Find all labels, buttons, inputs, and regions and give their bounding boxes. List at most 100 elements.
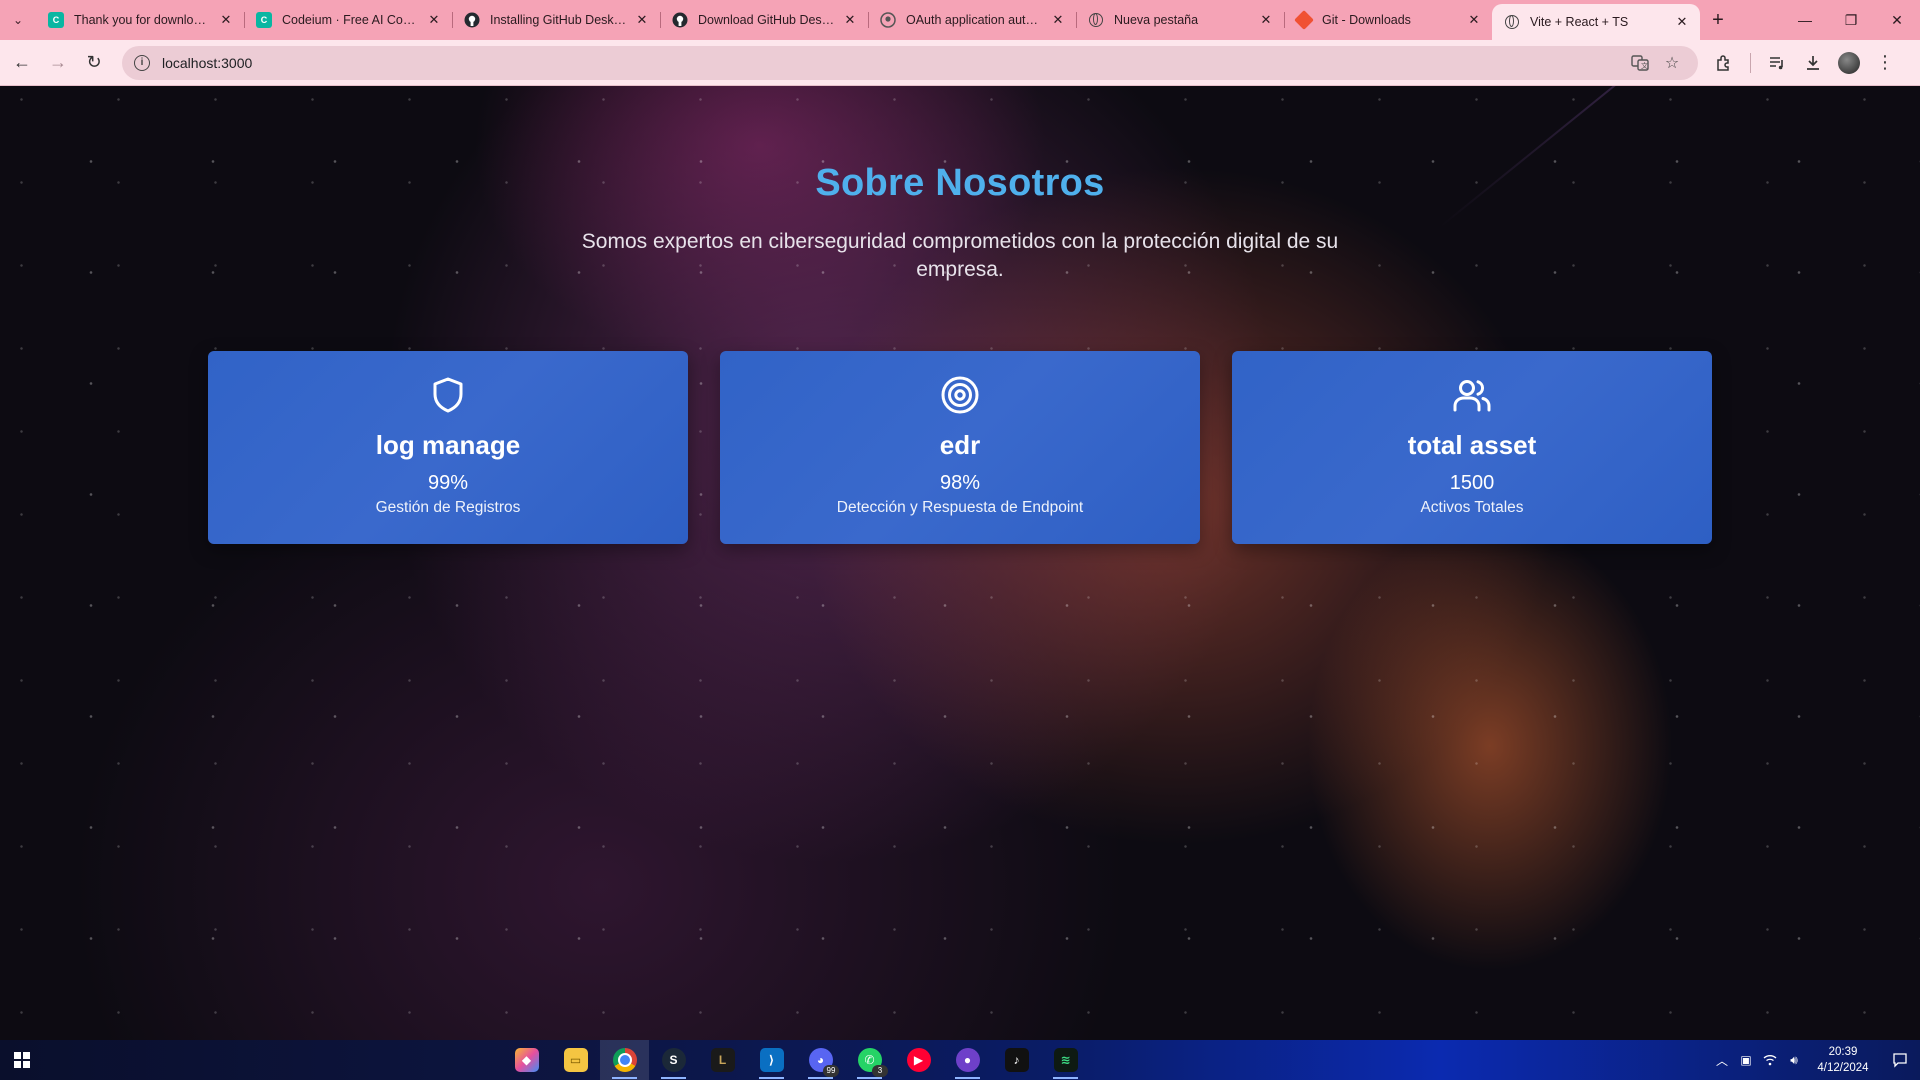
reload-button[interactable]: ↻ (76, 45, 112, 81)
tab-git-downloads[interactable]: Git - Downloads ✕ (1284, 0, 1492, 40)
card-description: Detección y Respuesta de Endpoint (836, 499, 1084, 516)
github-icon (672, 12, 688, 28)
card-title: log manage (375, 430, 521, 460)
tab-codeium[interactable]: C Codeium · Free AI Code Completion ✕ (244, 0, 452, 40)
forward-button[interactable]: → (40, 45, 76, 81)
github-icon (464, 12, 480, 28)
page-title: Sobre Nosotros (815, 162, 1105, 204)
tab-thank-you[interactable]: C Thank you for downloading ✕ (36, 0, 244, 40)
system-tray: ︿ ▣ 🔊︎ 20:39 4/12/2024 (1710, 1040, 1920, 1080)
github-desktop-icon[interactable]: ● (943, 1040, 992, 1080)
stat-card-log-manage: log manage 99% Gestión de Registros (208, 351, 688, 544)
windows-logo-icon (14, 1052, 30, 1068)
copilot-icon[interactable]: ◆ (502, 1040, 551, 1080)
whatsapp-icon[interactable]: ✆ 3 (845, 1040, 894, 1080)
tab-nueva-pestana[interactable]: Nueva pestaña ✕ (1076, 0, 1284, 40)
toolbar-divider (1750, 52, 1751, 73)
stat-card-edr: edr 98% Detección y Respuesta de Endpoin… (720, 351, 1200, 544)
extensions-icon[interactable] (1706, 45, 1742, 81)
clock-date: 4/12/2024 (1817, 1062, 1869, 1074)
page-viewport: Sobre Nosotros Somos expertos en ciberse… (0, 86, 1920, 1040)
browser-tab-strip: ⌄ C Thank you for downloading ✕ C Codeiu… (0, 0, 1920, 40)
notification-icon[interactable] (1880, 1040, 1920, 1080)
github-icon (880, 12, 896, 28)
page-subtitle: Somos expertos en ciberseguridad comprom… (581, 230, 1339, 281)
translate-icon[interactable]: 文 (1624, 49, 1656, 77)
close-icon[interactable]: ✕ (1466, 12, 1482, 28)
tab-title: OAuth application authorized (906, 13, 1044, 27)
discord-badge: 99 (823, 1065, 839, 1077)
tab-title: Nueva pestaña (1114, 13, 1199, 27)
browser-toolbar: ← → ↻ i localhost:3000 文 ☆ ⋮ (0, 40, 1920, 86)
stat-card-total-asset: total asset 1500 Activos Totales (1232, 351, 1712, 544)
chrome-globe-icon (1088, 12, 1104, 28)
windows-taskbar: ◆ ▭ S L ⟩ ◕ 99 ✆ 3 ▶ ● ♪ ≋ ︿ ▣ 🔊︎ 20:39 … (0, 1040, 1920, 1080)
close-icon[interactable]: ✕ (842, 12, 858, 28)
tab-vite-react-ts[interactable]: Vite + React + TS ✕ (1492, 4, 1700, 40)
tab-title: Installing GitHub Desktop (490, 13, 628, 27)
chevron-up-icon[interactable]: ︿ (1710, 1040, 1734, 1080)
address-bar[interactable]: i localhost:3000 文 ☆ (122, 45, 1698, 80)
shield-icon (428, 375, 468, 415)
taskbar-apps: ◆ ▭ S L ⟩ ◕ 99 ✆ 3 ▶ ● ♪ ≋ (502, 1040, 1090, 1080)
tab-title: Codeium · Free AI Code Completion (282, 13, 420, 27)
meet-now-icon[interactable]: ▣ (1734, 1040, 1758, 1080)
menu-icon[interactable]: ⋮ (1867, 45, 1903, 81)
card-value: 1500 (1449, 472, 1495, 494)
codeium-icon: C (256, 12, 272, 28)
svg-text:文: 文 (1641, 61, 1648, 70)
whatsapp-badge: 3 (872, 1065, 888, 1077)
site-info-icon[interactable]: i (134, 54, 150, 71)
start-button[interactable] (0, 1040, 44, 1080)
git-icon (1294, 10, 1314, 30)
close-window-button[interactable]: ✕ (1874, 0, 1920, 40)
tiktok-icon[interactable]: ♪ (992, 1040, 1041, 1080)
tab-title: Git - Downloads (1322, 13, 1411, 27)
league-icon[interactable]: L (698, 1040, 747, 1080)
window-controls: — ❐ ✕ (1782, 0, 1920, 40)
new-tab-button[interactable]: + (1700, 0, 1736, 40)
volume-icon[interactable]: 🔊︎ (1782, 1040, 1806, 1080)
restore-button[interactable]: ❐ (1828, 0, 1874, 40)
users-icon (1452, 375, 1492, 415)
card-description: Activos Totales (1420, 499, 1524, 516)
tab-search-button[interactable]: ⌄ (0, 0, 36, 40)
close-icon[interactable]: ✕ (1050, 12, 1066, 28)
close-icon[interactable]: ✕ (426, 12, 442, 28)
card-description: Gestión de Registros (375, 499, 521, 516)
globe-icon (1504, 14, 1520, 30)
tab-title: Download GitHub Desktop (698, 13, 836, 27)
codeium-icon: C (48, 12, 64, 28)
tab-installing-github-desktop[interactable]: Installing GitHub Desktop ✕ (452, 0, 660, 40)
steam-icon[interactable]: S (649, 1040, 698, 1080)
close-icon[interactable]: ✕ (218, 12, 234, 28)
discord-icon[interactable]: ◕ 99 (796, 1040, 845, 1080)
media-control-icon[interactable] (1759, 45, 1795, 81)
vscode-icon[interactable]: ⟩ (747, 1040, 796, 1080)
minimize-button[interactable]: — (1782, 0, 1828, 40)
bookmark-star-icon[interactable]: ☆ (1656, 49, 1688, 77)
card-title: total asset (1407, 430, 1537, 460)
clock-time: 20:39 (1828, 1046, 1858, 1058)
chrome-icon[interactable] (600, 1040, 649, 1080)
close-icon[interactable]: ✕ (634, 12, 650, 28)
tab-title: Vite + React + TS (1530, 15, 1629, 29)
youtube-music-icon[interactable]: ▶ (894, 1040, 943, 1080)
wifi-icon[interactable] (1758, 1040, 1782, 1080)
profile-avatar[interactable] (1831, 45, 1867, 81)
tab-title: Thank you for downloading (74, 13, 212, 27)
clock[interactable]: 20:39 4/12/2024 (1806, 1044, 1880, 1076)
back-button[interactable]: ← (4, 45, 40, 81)
downloads-icon[interactable] (1795, 45, 1831, 81)
close-icon[interactable]: ✕ (1258, 12, 1274, 28)
tab-download-github-desktop[interactable]: Download GitHub Desktop ✕ (660, 0, 868, 40)
app-icon[interactable]: ≋ (1041, 1040, 1090, 1080)
card-value: 98% (939, 472, 981, 494)
url-text[interactable]: localhost:3000 (162, 55, 1624, 71)
tab-oauth[interactable]: OAuth application authorized ✕ (868, 0, 1076, 40)
stats-cards: log manage 99% Gestión de Registros edr … (208, 351, 1712, 544)
file-explorer-icon[interactable]: ▭ (551, 1040, 600, 1080)
card-title: edr (939, 430, 981, 460)
close-icon[interactable]: ✕ (1674, 14, 1690, 30)
card-value: 99% (427, 472, 469, 494)
